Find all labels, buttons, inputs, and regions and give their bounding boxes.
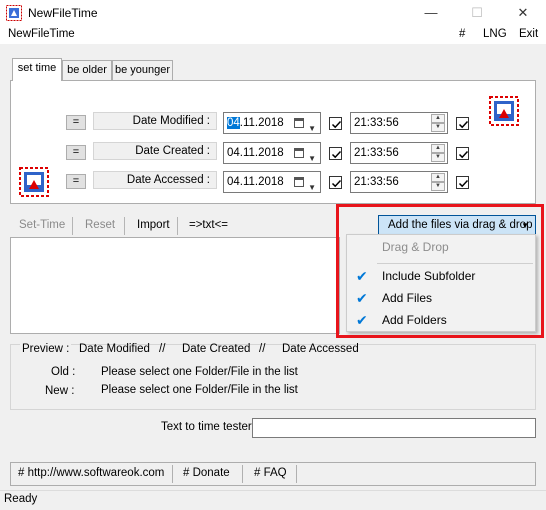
- preview-modified-header: Date Modified: [79, 343, 150, 355]
- file-time-icon-left[interactable]: [19, 167, 49, 197]
- time-accessed-checkbox[interactable]: [456, 176, 469, 189]
- spin-up-icon[interactable]: ▲: [431, 114, 445, 123]
- preview-sep: //: [259, 343, 266, 355]
- spin-up-icon[interactable]: ▲: [431, 173, 445, 182]
- tab-be-older[interactable]: be older: [62, 60, 112, 80]
- link-separator: [296, 465, 297, 483]
- file-time-icon-top[interactable]: [489, 96, 519, 126]
- preview-sep: //: [159, 343, 166, 355]
- preview-accessed-header: Date Accessed: [282, 343, 359, 355]
- donate-link[interactable]: # Donate: [183, 467, 230, 479]
- status-text: Ready: [4, 493, 38, 505]
- chevron-down-icon: ▼: [308, 124, 316, 133]
- spin-down-icon[interactable]: ▼: [431, 153, 445, 162]
- menu-newfiletime[interactable]: NewFileTime: [8, 28, 75, 40]
- file-list[interactable]: [10, 237, 340, 334]
- date-accessed-day: 04: [227, 176, 240, 188]
- check-icon: [458, 179, 469, 188]
- link-separator: [242, 465, 243, 483]
- date-accessed-checkbox[interactable]: [329, 176, 342, 189]
- maximize-button[interactable]: ☐: [454, 0, 500, 26]
- date-modified-checkbox[interactable]: [329, 117, 342, 130]
- menu-hash[interactable]: #: [459, 28, 465, 40]
- tab-be-younger[interactable]: be younger: [112, 60, 173, 80]
- time-created-value: 21:33:56: [354, 147, 399, 159]
- date-modified-picker[interactable]: 04.11.2018 ▼: [223, 112, 321, 134]
- window-title: NewFileTime: [28, 6, 98, 20]
- app-icon: [6, 5, 22, 21]
- set-time-button[interactable]: Set-Time: [19, 219, 65, 231]
- faq-link[interactable]: # FAQ: [254, 467, 287, 479]
- toolbar-separator: [124, 217, 125, 235]
- time-modified-spinner[interactable]: ▲ ▼: [431, 114, 445, 132]
- date-created-day: 04: [227, 147, 240, 159]
- date-created-checkbox[interactable]: [329, 147, 342, 160]
- check-icon: [331, 150, 342, 159]
- import-button[interactable]: Import: [137, 219, 170, 231]
- date-accessed-picker[interactable]: 04.11.2018 ▼: [223, 171, 321, 193]
- check-icon: [331, 179, 342, 188]
- spin-down-icon[interactable]: ▼: [431, 182, 445, 191]
- preview-old-label: Old :: [51, 366, 76, 378]
- reset-button[interactable]: Reset: [85, 219, 115, 231]
- preview-new-label: New :: [45, 385, 75, 397]
- preview-old-value: Please select one Folder/File in the lis…: [101, 366, 298, 378]
- spin-up-icon[interactable]: ▲: [431, 144, 445, 153]
- text-to-time-input[interactable]: [252, 418, 536, 438]
- date-accessed-label: Date Accessed :: [93, 171, 217, 189]
- chevron-down-icon: ▼: [308, 154, 316, 163]
- txt-button[interactable]: =>txt<=: [189, 219, 228, 231]
- check-icon: [458, 120, 469, 129]
- minimize-button[interactable]: —: [408, 0, 454, 26]
- date-modified-label: Date Modified :: [93, 112, 217, 130]
- toolbar-separator: [72, 217, 73, 235]
- date-accessed-rest: .11.2018: [239, 176, 284, 188]
- date-created-rest: .11.2018: [239, 147, 284, 159]
- time-modified-value: 21:33:56: [354, 117, 399, 129]
- calendar-icon: [294, 177, 304, 187]
- menu-lng[interactable]: LNG: [483, 28, 507, 40]
- chevron-down-icon: ▼: [308, 183, 316, 192]
- annotation-highlight-box: [336, 204, 544, 338]
- menu-exit[interactable]: Exit: [519, 28, 538, 40]
- status-bar: [0, 490, 546, 510]
- spin-down-icon[interactable]: ▼: [431, 123, 445, 132]
- date-modified-day: 04: [227, 117, 240, 129]
- tab-set-time[interactable]: set time: [12, 58, 62, 81]
- time-modified-checkbox[interactable]: [456, 117, 469, 130]
- calendar-icon: [294, 148, 304, 158]
- calendar-icon: [294, 118, 304, 128]
- time-created-spinner[interactable]: ▲ ▼: [431, 144, 445, 162]
- check-icon: [331, 120, 342, 129]
- tester-label: Text to time tester: [161, 421, 252, 433]
- toolbar-separator: [177, 217, 178, 235]
- time-created-input[interactable]: 21:33:56 ▲ ▼: [350, 142, 448, 164]
- date-created-picker[interactable]: 04.11.2018 ▼: [223, 142, 321, 164]
- link-separator: [172, 465, 173, 483]
- accessed-equals-button[interactable]: =: [66, 174, 86, 189]
- close-button[interactable]: ✕: [500, 0, 546, 26]
- check-icon: [458, 150, 469, 159]
- date-modified-rest: .11.2018: [239, 117, 284, 129]
- preview-new-value: Please select one Folder/File in the lis…: [101, 384, 298, 396]
- website-link[interactable]: # http://www.softwareok.com: [18, 467, 164, 479]
- time-accessed-spinner[interactable]: ▲ ▼: [431, 173, 445, 191]
- time-accessed-input[interactable]: 21:33:56 ▲ ▼: [350, 171, 448, 193]
- preview-created-header: Date Created: [182, 343, 251, 355]
- time-modified-input[interactable]: 21:33:56 ▲ ▼: [350, 112, 448, 134]
- created-equals-button[interactable]: =: [66, 145, 86, 160]
- modified-equals-button[interactable]: =: [66, 115, 86, 130]
- time-accessed-value: 21:33:56: [354, 176, 399, 188]
- date-created-label: Date Created :: [93, 142, 217, 160]
- time-created-checkbox[interactable]: [456, 147, 469, 160]
- preview-label: Preview :: [20, 343, 72, 355]
